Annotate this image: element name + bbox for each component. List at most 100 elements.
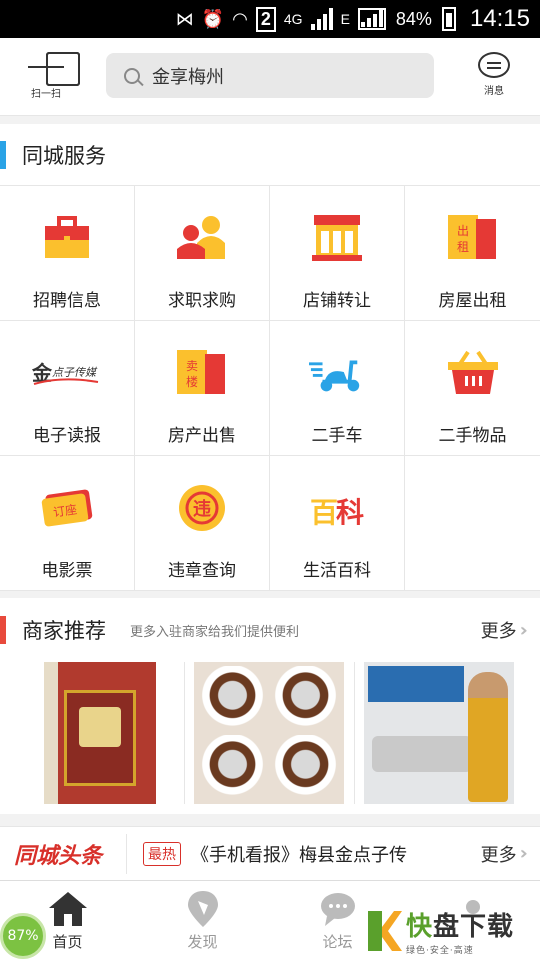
svg-text:点子传媒: 点子传媒 [52, 366, 98, 379]
service-item-life-encyclopedia[interactable]: 百科 生活百科 [270, 456, 405, 591]
svg-text:卖: 卖 [186, 359, 198, 373]
svg-text:违: 违 [193, 498, 211, 520]
service-label: 房产出售 [168, 426, 236, 446]
sim-slot-indicator: 2 [255, 6, 276, 32]
section-accent-bar [0, 616, 6, 644]
wifi-icon: ◠ [232, 8, 248, 29]
svg-text:出: 出 [456, 224, 468, 238]
jindianzi-media-logo: 金点子传媒 [32, 349, 102, 397]
watermark-main-a: 快 [406, 912, 434, 942]
svg-text:楼: 楼 [186, 374, 198, 389]
service-label: 二手车 [311, 426, 363, 446]
section-title: 同城服务 [22, 143, 106, 168]
service-item-property-sale[interactable]: 卖楼 房产出售 [135, 321, 270, 456]
service-item-shop-transfer[interactable]: 店铺转让 [270, 186, 405, 321]
service-item-e-newspaper[interactable]: 金点子传媒 电子读报 [0, 321, 135, 456]
city-services-panel: 同城服务 招聘信息 求职求购 店铺转让 出租 房屋出租 金 点子传媒 电子读报 … [0, 124, 540, 591]
section-header: 同城服务 [0, 124, 540, 186]
service-item-empty [405, 456, 540, 591]
alarm-icon: ⏰ [201, 8, 225, 29]
merchant-photo-meatballs [194, 662, 345, 804]
briefcase-icon [39, 214, 95, 262]
storefront-icon [309, 214, 365, 262]
violation-icon: 违 [174, 484, 230, 532]
clock: 14:15 [469, 5, 530, 32]
watermark-sub: 绿色·安全·高速 [406, 946, 474, 956]
ticket-icon: 订座 [39, 484, 95, 532]
app-header: 扫一扫 金享梅州 消息 [0, 38, 540, 116]
discover-pin-icon [183, 891, 223, 927]
service-label: 电影票 [41, 561, 93, 581]
news-ticker[interactable]: 同城头条 最热 《手机看报》梅县金点子传 更多 ›› [0, 826, 540, 880]
merchant-photo-furniture-ad [364, 662, 515, 804]
more-label: 更多 [480, 844, 517, 866]
service-label: 二手物品 [438, 426, 507, 446]
service-label: 生活百科 [303, 561, 371, 581]
merchant-recommend-panel: 商家推荐 更多入驻商家给我们提供便利 更多 ›› [0, 598, 540, 814]
news-headline[interactable]: 《手机看报》梅县金点子传 [191, 841, 461, 867]
merchant-photo-tea-box [44, 662, 157, 804]
divider [126, 833, 127, 874]
section-title: 商家推荐 [22, 619, 106, 643]
service-item-used-goods[interactable]: 二手物品 [405, 321, 540, 456]
service-label: 房屋出租 [438, 291, 507, 311]
status-bar: ⋈ ⏰ ◠ 2 4G E 84% 14:15 [0, 0, 540, 38]
memory-booster-bubble[interactable]: 87% [0, 913, 46, 959]
tab-label: 发现 [187, 933, 218, 951]
service-label: 求职求购 [168, 291, 236, 311]
merchants-more-link[interactable]: 更多 ›› [480, 617, 530, 643]
network-type-e: E [340, 11, 350, 27]
scooter-icon [309, 349, 365, 397]
messages-label: 消息 [484, 86, 504, 97]
encyclopedia-icon: 百科 [309, 484, 365, 532]
double-chevron-right-icon: ›› [519, 843, 530, 864]
service-label: 招聘信息 [33, 291, 101, 311]
tongcheng-toutiao-logo: 同城头条 [14, 842, 103, 869]
service-label: 违章查询 [168, 561, 236, 581]
home-icon [48, 891, 88, 927]
people-icon [174, 214, 230, 262]
sale-sign-icon: 卖楼 [174, 349, 230, 397]
nfc-mute-icon: ⋈ [175, 8, 194, 29]
merchant-card[interactable] [355, 662, 524, 804]
battery-percent: 84% [395, 8, 432, 29]
rent-sign-icon: 出租 [445, 214, 501, 262]
service-item-traffic-violation[interactable]: 违 违章查询 [135, 456, 270, 591]
message-bubble-icon [478, 52, 510, 78]
service-item-recruitment[interactable]: 招聘信息 [0, 186, 135, 321]
scan-button[interactable]: 扫一扫 [24, 52, 80, 100]
svg-text:租: 租 [456, 240, 468, 254]
kuaipan-watermark: 快盘下载 绿色·安全·高速 [368, 906, 534, 956]
section-subtitle: 更多入驻商家给我们提供便利 [130, 624, 300, 640]
messages-button[interactable]: 消息 [472, 52, 516, 97]
section-header: 商家推荐 更多入驻商家给我们提供便利 更多 ›› [0, 598, 540, 662]
forum-icon [318, 891, 358, 927]
signal-strength-icon [310, 8, 333, 30]
search-bar[interactable]: 金享梅州 [106, 53, 434, 98]
kuaipan-logo-icon [368, 911, 402, 951]
scan-icon [28, 52, 80, 86]
hot-badge: 最热 [143, 841, 181, 866]
service-item-job-seeking[interactable]: 求职求购 [135, 186, 270, 321]
merchant-card[interactable] [16, 662, 186, 804]
merchant-image-row [0, 662, 540, 804]
services-grid: 招聘信息 求职求购 店铺转让 出租 房屋出租 金点子传媒 电子读报 卖 楼 房产… [0, 186, 540, 591]
status-icons: ⋈ ⏰ ◠ 2 4G E [175, 6, 386, 32]
news-more-link[interactable]: 更多 ›› [480, 841, 530, 867]
tab-label: 论坛 [322, 933, 353, 951]
service-item-movie-ticket[interactable]: 订座 电影票 [0, 456, 135, 591]
merchant-card[interactable] [185, 662, 355, 804]
section-accent-bar [0, 140, 6, 169]
more-label: 更多 [480, 621, 517, 642]
service-item-used-car[interactable]: 二手车 [270, 321, 405, 456]
network-type: 4G [283, 11, 303, 27]
basket-icon [445, 349, 501, 397]
service-item-house-rent[interactable]: 出租 房屋出租 [405, 186, 540, 321]
tab-label: 首页 [52, 933, 83, 951]
tab-discover[interactable]: 发现 [135, 881, 270, 960]
battery-icon [441, 7, 456, 31]
service-label: 店铺转让 [303, 291, 371, 311]
search-icon [124, 67, 140, 84]
watermark-main-b: 盘下载 [433, 912, 515, 942]
svg-text:百: 百 [310, 496, 338, 528]
